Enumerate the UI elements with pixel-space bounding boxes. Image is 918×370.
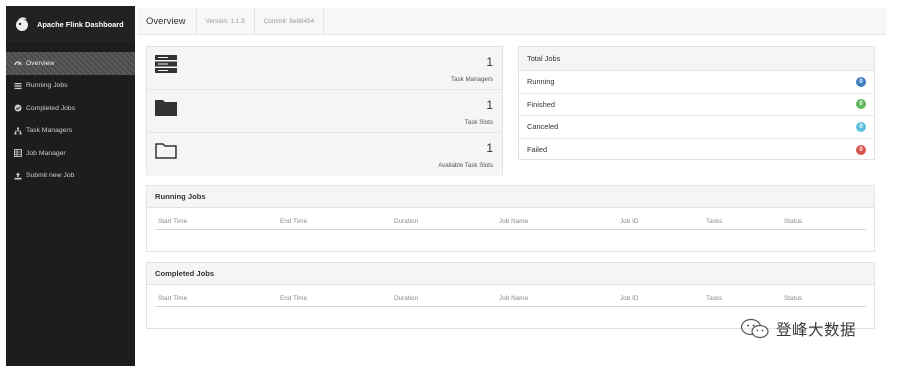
column-header[interactable]: Duration	[394, 295, 418, 302]
folder-icon	[155, 98, 177, 121]
total-jobs-row-finished: Finished 0	[519, 94, 874, 116]
total-jobs-row-failed: Failed 0	[519, 139, 874, 162]
column-header[interactable]: End Time	[280, 218, 307, 225]
column-header[interactable]: Job ID	[620, 218, 638, 225]
total-jobs-title: Total Jobs	[519, 47, 874, 71]
running-jobs-panel: Running Jobs Start Time End Time Duratio…	[146, 185, 875, 252]
job-state-label: Failed	[527, 145, 548, 155]
sidebar-nav: Overview Running Jobs Completed Jobs Tas…	[6, 52, 135, 187]
column-header[interactable]: Tasks	[706, 295, 722, 302]
stat-task-managers: 1 Task Managers	[147, 47, 502, 90]
sidebar-item-task-managers[interactable]: Task Managers	[6, 120, 135, 143]
job-state-label: Canceled	[527, 122, 559, 132]
sidebar-item-job-manager[interactable]: Job Manager	[6, 142, 135, 165]
column-header[interactable]: Status	[784, 218, 802, 225]
sidebar-item-submit-new-job[interactable]: Submit new Job	[6, 165, 135, 188]
stat-label: Task Managers	[451, 76, 493, 83]
running-jobs-table-header: Start Time End Time Duration Job Name Jo…	[155, 208, 866, 230]
sidebar: Apache Flink Dashboard Overview Running …	[6, 6, 135, 366]
column-header[interactable]: Tasks	[706, 218, 722, 225]
column-header[interactable]: Job ID	[620, 295, 638, 302]
count-badge: 0	[856, 121, 866, 132]
running-jobs-title: Running Jobs	[147, 186, 874, 208]
column-header[interactable]: Job Name	[499, 295, 528, 302]
sidebar-item-label: Completed Jobs	[26, 104, 76, 112]
column-header[interactable]: Job Name	[499, 218, 528, 225]
total-jobs-row-canceled: Canceled 0	[519, 116, 874, 139]
total-jobs-panel: Total Jobs Running 0 Finished 0 Canceled…	[518, 46, 875, 160]
page-title: Overview	[137, 8, 197, 34]
stat-task-slots: 1 Task Slots	[147, 90, 502, 133]
sitemap-icon	[14, 127, 22, 135]
column-header[interactable]: End Time	[280, 295, 307, 302]
sidebar-item-label: Overview	[26, 59, 55, 67]
folder-open-icon	[155, 141, 177, 164]
stat-value: 1	[486, 141, 493, 155]
total-jobs-row-running: Running 0	[519, 71, 874, 94]
job-state-label: Running	[527, 77, 555, 87]
sidebar-item-running-jobs[interactable]: Running Jobs	[6, 75, 135, 98]
upload-icon	[14, 172, 22, 180]
column-header[interactable]: Start Time	[158, 218, 187, 225]
sidebar-item-label: Task Managers	[26, 127, 73, 135]
stat-value: 1	[486, 55, 493, 69]
sidebar-item-label: Running Jobs	[26, 82, 68, 90]
server-icon	[155, 55, 177, 78]
dashboard-icon	[14, 59, 22, 67]
check-circle-icon	[14, 104, 22, 112]
completed-jobs-table-header: Start Time End Time Duration Job Name Jo…	[155, 285, 866, 307]
version-label: Version: 1.1.3	[197, 8, 255, 34]
job-state-label: Finished	[527, 99, 555, 109]
wechat-icon	[740, 318, 769, 339]
list-icon	[14, 82, 22, 90]
completed-jobs-title: Completed Jobs	[147, 263, 874, 285]
watermark: 登峰大数据	[740, 318, 856, 340]
brand[interactable]: Apache Flink Dashboard	[6, 6, 135, 42]
app-title: Apache Flink Dashboard	[37, 19, 124, 29]
grid-icon	[14, 149, 22, 158]
flink-logo-icon	[16, 17, 28, 31]
sidebar-item-overview[interactable]: Overview	[6, 52, 135, 75]
commit-label: Commit: 8e8d454	[255, 8, 325, 34]
count-badge: 0	[856, 76, 866, 87]
stat-label: Task Slots	[464, 119, 493, 126]
column-header[interactable]: Status	[784, 295, 802, 302]
stat-available-task-slots: 1 Available Task Slots	[147, 133, 502, 176]
watermark-text: 登峰大数据	[776, 321, 857, 339]
sidebar-item-completed-jobs[interactable]: Completed Jobs	[6, 97, 135, 120]
count-badge: 0	[856, 99, 866, 110]
count-badge: 0	[856, 144, 866, 155]
sidebar-item-label: Submit new Job	[26, 172, 75, 180]
cluster-stats-panel: 1 Task Managers 1 Task Slots 1 Available…	[146, 46, 503, 176]
column-header[interactable]: Duration	[394, 218, 418, 225]
sidebar-item-label: Job Manager	[26, 149, 66, 157]
stat-value: 1	[486, 98, 493, 112]
stat-label: Available Task Slots	[438, 162, 493, 169]
column-header[interactable]: Start Time	[158, 295, 187, 302]
page-header: Overview Version: 1.1.3 Commit: 8e8d454	[137, 8, 886, 35]
